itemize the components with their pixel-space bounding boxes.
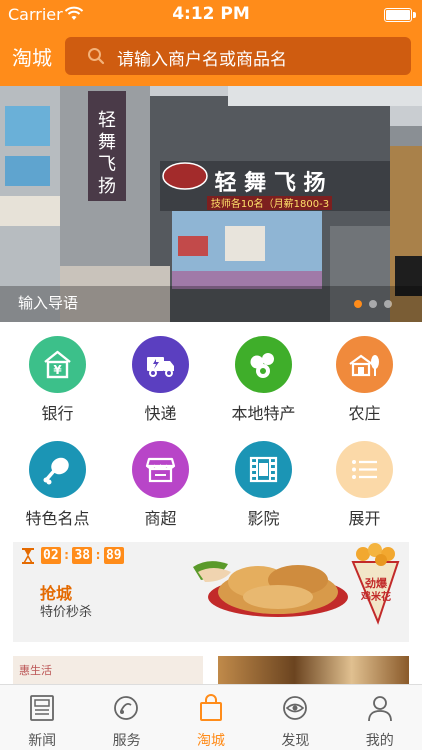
chicken-leg-icon [43,457,69,485]
category-cinema[interactable]: 影院 [211,427,316,532]
timer-separator: : [94,548,102,563]
timer-seconds: 89 [103,547,124,564]
banner-caption: 输入导语 [18,294,79,312]
category-label: 本地特产 [231,404,296,423]
delivery-truck-icon [147,357,174,377]
category-label: 影院 [247,509,280,528]
svg-text:舞: 舞 [98,132,116,153]
nav-bar: 淘城 请输入商户名或商品名 [0,30,422,86]
category-specialty-snacks[interactable]: 特色名点 [5,427,110,532]
category-label: 农庄 [348,404,381,423]
battery-icon [384,8,412,22]
banner-carousel[interactable]: 轻 舞 飞 扬 轻 舞 飞 扬 技师各10名（月薪1800-3 输入导语 [0,86,422,322]
flash-sale-banner[interactable]: 02 : 38 : 89 抢城 特价秒杀 劲爆 鸡米花 [13,542,409,642]
svg-text:劲爆: 劲爆 [365,576,388,590]
tab-label: 我的 [365,733,394,749]
category-bank[interactable]: ¥ 银行 [5,322,110,427]
svg-text:轻: 轻 [98,110,116,131]
tab-news[interactable]: 新闻 [0,685,84,750]
film-strip-icon [249,456,278,483]
tab-services[interactable]: 服务 [84,685,168,750]
discover-icon [283,696,308,720]
category-label: 特色名点 [25,509,90,528]
svg-text:扬: 扬 [98,176,116,197]
category-icon-bg [336,336,393,393]
food-promo-image: 劲爆 鸡米花 [193,543,400,625]
timer-minutes: 38 [72,547,93,564]
category-icon-bg [336,441,393,498]
category-label: 快递 [144,404,177,423]
timer-separator: : [62,548,71,563]
farmhouse-icon [349,354,379,377]
svg-text:¥: ¥ [53,363,62,377]
battery-tip [413,12,416,18]
search-input[interactable]: 请输入商户名或商品名 [65,37,411,75]
category-expand[interactable]: 展开 [312,427,417,532]
category-grid: ¥ 银行 快递 本地特产 农庄 特色名点 商超 影院 展开 [0,322,422,532]
carousel-indicator [354,300,392,308]
clock: 4:12 PM [172,4,250,24]
category-icon-bg: ¥ [29,336,86,393]
carousel-dot[interactable] [354,300,362,308]
category-local-produce[interactable]: 本地特产 [211,322,316,427]
tab-discover[interactable]: 发现 [253,685,337,750]
bank-icon: ¥ [44,350,71,379]
city-selector[interactable]: 淘城 [12,42,52,71]
service-icon [114,696,139,720]
shopping-bag-icon [199,694,222,721]
hourglass-icon [22,548,34,564]
category-farmhouse[interactable]: 农庄 [312,322,417,427]
countdown-timer: 02 : 38 : 89 [41,547,124,564]
timer-hours: 02 [41,547,61,564]
storefront-icon [145,457,176,483]
category-express[interactable]: 快递 [108,322,213,427]
local-produce-icon [250,353,274,378]
category-icon-bg [132,336,189,393]
category-supermarket[interactable]: 商超 [108,427,213,532]
category-label: 展开 [348,509,381,528]
category-icon-bg [132,441,189,498]
category-icon-bg [235,441,292,498]
category-label: 商超 [144,509,177,528]
svg-text:轻 舞 飞 扬: 轻 舞 飞 扬 [215,170,326,196]
svg-text:技师各10名（月薪1800-3: 技师各10名（月薪1800-3 [211,197,329,210]
list-icon [352,460,377,479]
flash-sale-subtitle: 特价秒杀 [40,605,93,620]
category-icon-bg [29,441,86,498]
promo-card-left-text: 惠生活 [19,664,52,677]
svg-text:鸡米花: 鸡米花 [360,590,391,603]
category-icon-bg [235,336,292,393]
newspaper-icon [30,695,54,721]
search-icon [88,48,105,65]
search-placeholder: 请输入商户名或商品名 [117,50,287,70]
tab-label: 淘城 [196,733,225,749]
tab-bar: 新闻 服务 淘城 发现 我的 [0,684,422,750]
tab-home[interactable]: 淘城 [169,685,253,750]
category-label: 银行 [41,404,74,423]
profile-icon [367,696,392,722]
status-bar: Carrier 4:12 PM [0,0,422,30]
tab-label: 服务 [112,733,141,749]
tab-label: 新闻 [28,733,57,749]
svg-text:飞: 飞 [98,154,116,175]
tab-label: 发现 [281,733,310,749]
carousel-dot[interactable] [369,300,377,308]
carousel-dot[interactable] [384,300,392,308]
tab-profile[interactable]: 我的 [338,685,422,750]
